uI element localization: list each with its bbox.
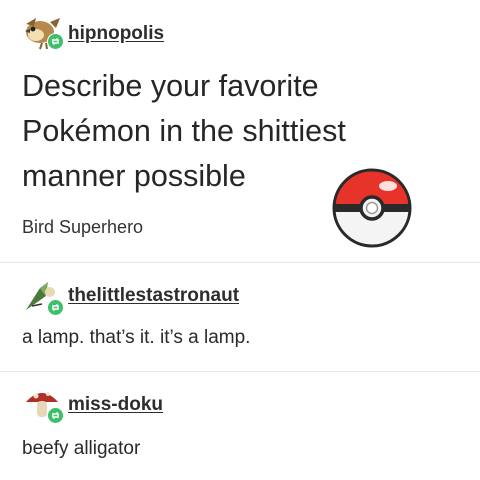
reblog-icon [47,407,64,424]
post-username[interactable]: miss-doku [68,394,163,416]
post-body: beefy alligator [22,438,141,459]
post-body: Bird Superhero [22,217,144,237]
post-title: Describe your favorite Pokémon in the sh… [22,69,346,193]
reblog-icon [47,33,64,50]
post-thelittlestastronaut: thelittlestastronaut a lamp. that’s it. … [0,263,480,371]
post-username[interactable]: thelittlestastronaut [68,285,239,307]
post-miss-doku: miss-doku beefy alligator [0,372,480,480]
post-body: a lamp. that’s it. it’s a lamp. [22,327,251,348]
reblog-icon [47,299,64,316]
post-username[interactable]: hipnopolis [68,23,164,45]
pokeball-icon [330,166,414,255]
post-hipnopolis: hipnopolis Describe your favorite Pokémo… [0,0,480,262]
